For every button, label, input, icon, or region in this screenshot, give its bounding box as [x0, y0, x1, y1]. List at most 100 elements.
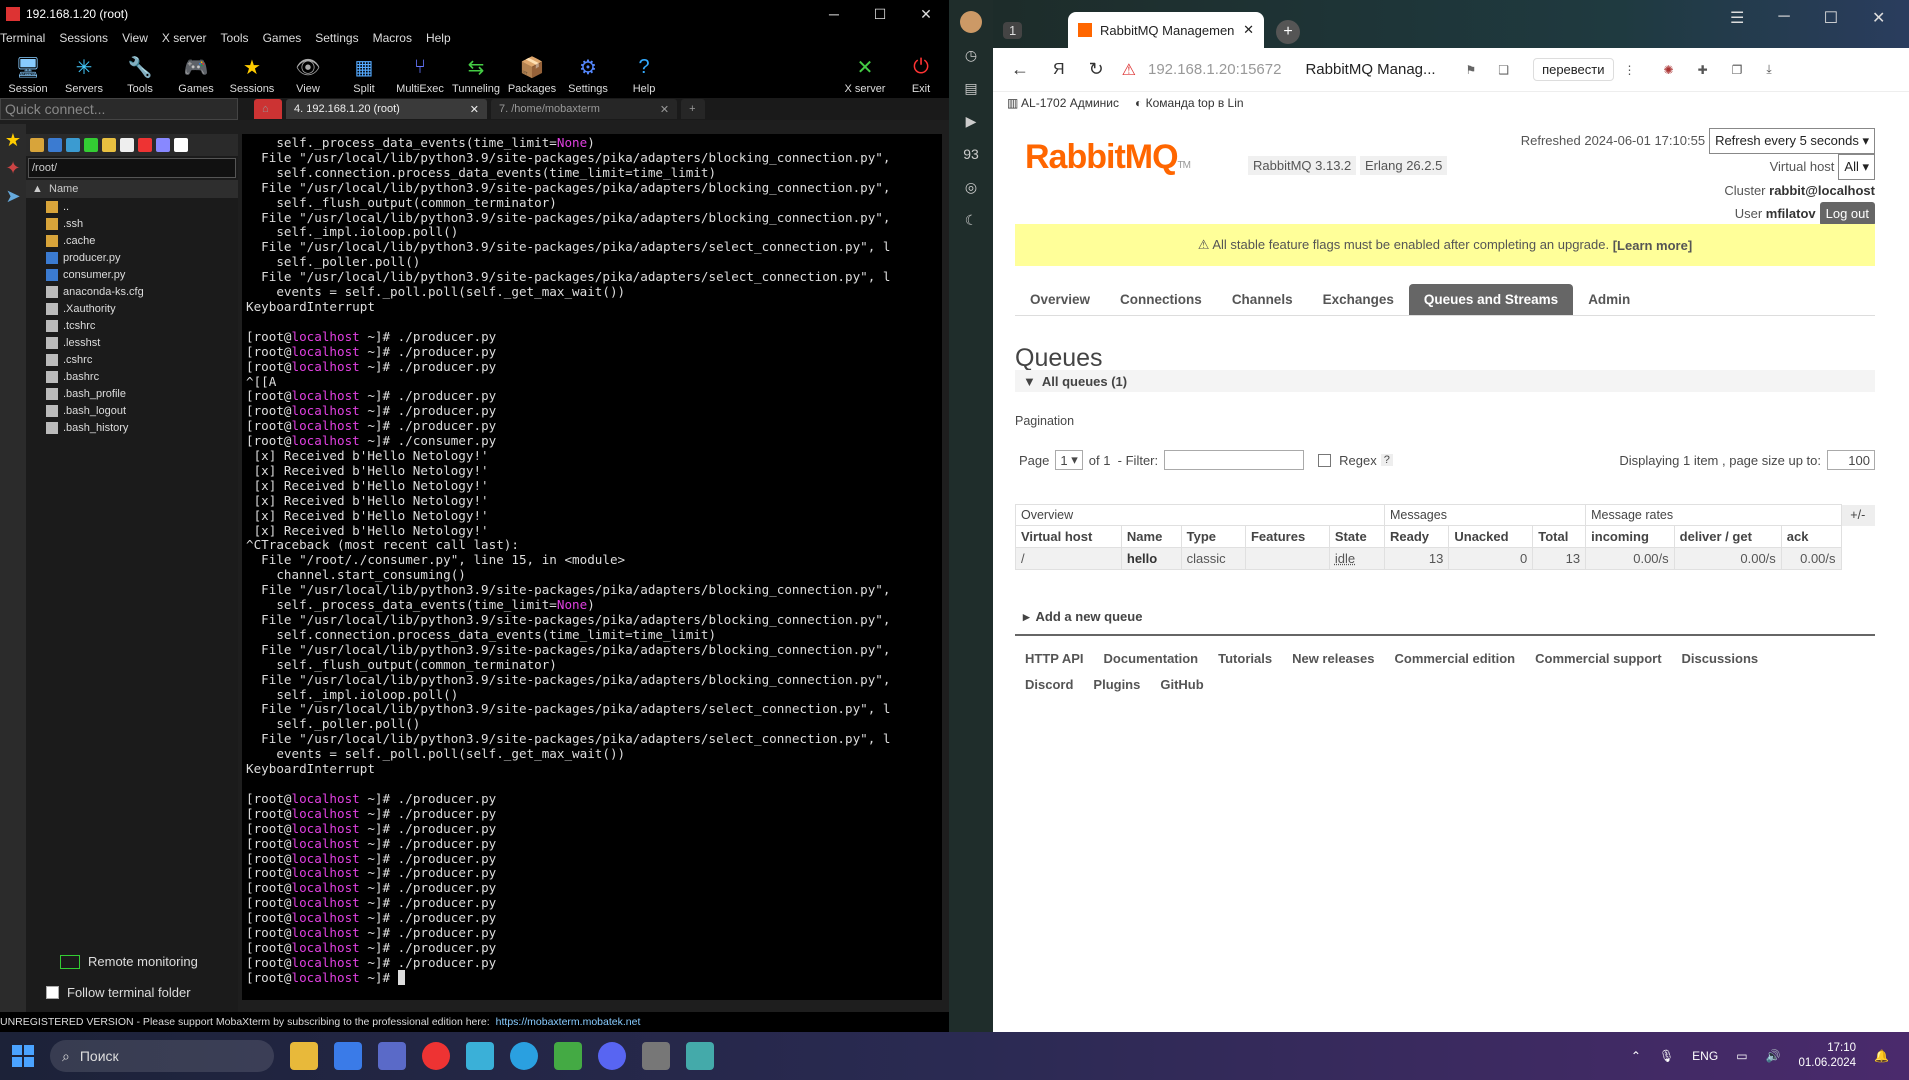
folder-up-icon[interactable]	[30, 138, 44, 152]
toolbar-servers-button[interactable]: ✳ Servers	[56, 54, 112, 96]
menu-item-view[interactable]: View	[122, 31, 148, 45]
toolbar-packages-button[interactable]: 📦 Packages	[504, 54, 560, 96]
footer-link-commercial-edition[interactable]: Commercial edition	[1394, 651, 1515, 666]
warning-icon[interactable]: ⚠	[1122, 60, 1136, 80]
mobaxterm-icon[interactable]	[642, 1042, 670, 1070]
col-header-name[interactable]: ▲ Name	[26, 180, 238, 198]
send-icon[interactable]: ➤	[2, 186, 24, 208]
moba-link[interactable]: https://mobaxterm.mobatek.net	[496, 1016, 641, 1028]
windows-start-icon[interactable]	[12, 1045, 34, 1067]
clock[interactable]: 17:10 01.06.2024	[1798, 1041, 1856, 1071]
tab-session-4[interactable]: 4. 192.168.1.20 (root) ✕	[286, 99, 488, 119]
history-icon[interactable]: ◷	[960, 44, 982, 66]
maximize-icon[interactable]: ☐	[1824, 8, 1838, 28]
col-header[interactable]: Name	[1120, 525, 1182, 548]
file-row[interactable]: .Xauthority	[26, 300, 238, 317]
nav-tab-overview[interactable]: Overview	[1015, 284, 1105, 315]
play-icon[interactable]: ▶	[960, 110, 982, 132]
collections-icon[interactable]: ❐	[1732, 63, 1743, 77]
bookmark-item[interactable]: ◐ Команда top в Lin	[1135, 96, 1244, 110]
back-icon[interactable]: ←	[1011, 59, 1029, 80]
toolbar-sessions-button[interactable]: ★ Sessions	[224, 54, 280, 96]
all-queues-toggle[interactable]: ▼ All queues (1)	[1015, 370, 1875, 392]
help-icon[interactable]: ?	[1380, 454, 1393, 466]
terminal-icon[interactable]	[174, 138, 188, 152]
menu-item-terminal[interactable]: Terminal	[0, 31, 45, 45]
close-icon[interactable]: ✕	[903, 6, 949, 23]
toolbar-x-server-button[interactable]: ✕ X server	[837, 54, 893, 96]
new-tab-icon[interactable]: +	[1276, 20, 1300, 44]
explorer-icon[interactable]	[290, 1042, 318, 1070]
app-icon[interactable]	[466, 1042, 494, 1070]
tab-session-7[interactable]: 7. /home/mobaxterm ✕	[491, 99, 678, 119]
reload-icon[interactable]: ↻	[1089, 59, 1104, 80]
col-header[interactable]: incoming	[1585, 525, 1675, 548]
vhost-select[interactable]: All ▾	[1838, 154, 1875, 180]
remote-monitoring-button[interactable]: Remote monitoring	[60, 954, 198, 969]
footer-link-new-releases[interactable]: New releases	[1292, 651, 1374, 666]
network-app-icon[interactable]	[686, 1042, 714, 1070]
col-header[interactable]: deliver / get	[1673, 525, 1782, 548]
chevron-up-icon[interactable]: ⌃	[1631, 1049, 1641, 1063]
avatar[interactable]	[960, 11, 982, 33]
bookmark-item[interactable]: ▥ AL-1702 Админис	[1007, 96, 1119, 110]
toolbar-settings-button[interactable]: ⚙ Settings	[560, 54, 616, 96]
file-row[interactable]: consumer.py	[26, 266, 238, 283]
file-row[interactable]: .bash_logout	[26, 402, 238, 419]
col-header[interactable]: Virtual host	[1015, 525, 1122, 548]
close-icon[interactable]: ✕	[1872, 8, 1885, 28]
teams-icon[interactable]	[378, 1042, 406, 1070]
file-row[interactable]: .lesshst	[26, 334, 238, 351]
moon-icon[interactable]: ☾	[960, 209, 982, 231]
file-row[interactable]: .bashrc	[26, 368, 238, 385]
tab-counter[interactable]: 1	[1003, 22, 1023, 39]
upload-icon[interactable]	[66, 138, 80, 152]
toolbar-exit-button[interactable]: ⏻ Exit	[893, 54, 949, 96]
file-row[interactable]: ..	[26, 198, 238, 215]
quick-connect-input[interactable]: Quick connect...	[0, 98, 238, 120]
language-indicator[interactable]: ENG	[1692, 1049, 1718, 1063]
translate-button[interactable]: перевести	[1533, 58, 1614, 81]
sftp-path-field[interactable]: /root/	[28, 158, 236, 178]
extension-icon[interactable]: ✺	[1664, 63, 1674, 77]
yandex-browser-icon[interactable]	[422, 1042, 450, 1070]
badge-93-icon[interactable]: 93	[960, 143, 982, 165]
notepad-icon[interactable]	[554, 1042, 582, 1070]
page-size-input[interactable]: 100	[1827, 450, 1875, 470]
notification-bell-icon[interactable]: 🔔	[1874, 1049, 1889, 1063]
toolbar-view-button[interactable]: 👁 View	[280, 54, 336, 96]
minimize-icon[interactable]: ─	[1778, 8, 1789, 28]
toolbar-tunneling-button[interactable]: ⇆ Tunneling	[448, 54, 504, 96]
tab-close-icon[interactable]: ✕	[1243, 22, 1254, 38]
delete-icon[interactable]	[138, 138, 152, 152]
text-icon[interactable]	[156, 138, 170, 152]
camera-icon[interactable]: ◎	[960, 176, 982, 198]
tab-close-icon[interactable]: ✕	[470, 103, 479, 116]
new-tab-icon[interactable]: +	[681, 99, 706, 119]
col-header[interactable]: Total	[1532, 525, 1587, 548]
logout-button[interactable]: Log out	[1819, 202, 1875, 226]
home-tab-icon[interactable]: ⌂	[254, 99, 282, 119]
yandex-icon[interactable]: Я	[1053, 61, 1065, 79]
table-row[interactable]: / hello classic idle 13 0 13 0.00/s 0.00/s 0.00/s	[1015, 547, 1875, 570]
menu-item-x-server[interactable]: X server	[162, 31, 207, 45]
tab-close-icon[interactable]: ✕	[660, 103, 669, 116]
rabbitmq-logo[interactable]: RabbitMQTM	[1025, 138, 1191, 177]
toolbar-games-button[interactable]: 🎮 Games	[168, 54, 224, 96]
file-row[interactable]: .tcshrc	[26, 317, 238, 334]
network-icon[interactable]: ▭	[1736, 1049, 1747, 1063]
col-header[interactable]: ack	[1780, 525, 1842, 548]
bookmark-icon[interactable]: ❑	[1498, 63, 1509, 77]
toolbar-split-button[interactable]: ▦ Split	[336, 54, 392, 96]
menu-item-sessions[interactable]: Sessions	[59, 31, 108, 45]
footer-link-plugins[interactable]: Plugins	[1093, 677, 1140, 692]
file-row[interactable]: anaconda-ks.cfg	[26, 283, 238, 300]
filter-input[interactable]	[1164, 450, 1305, 470]
refresh-select[interactable]: Refresh every 5 seconds ▾	[1709, 128, 1875, 154]
store-icon[interactable]	[334, 1042, 362, 1070]
reader-icon[interactable]: ⚑	[1466, 63, 1477, 77]
footer-link-commercial-support[interactable]: Commercial support	[1535, 651, 1661, 666]
file-row[interactable]: .cshrc	[26, 351, 238, 368]
refresh-icon[interactable]	[84, 138, 98, 152]
new-folder-icon[interactable]	[102, 138, 116, 152]
